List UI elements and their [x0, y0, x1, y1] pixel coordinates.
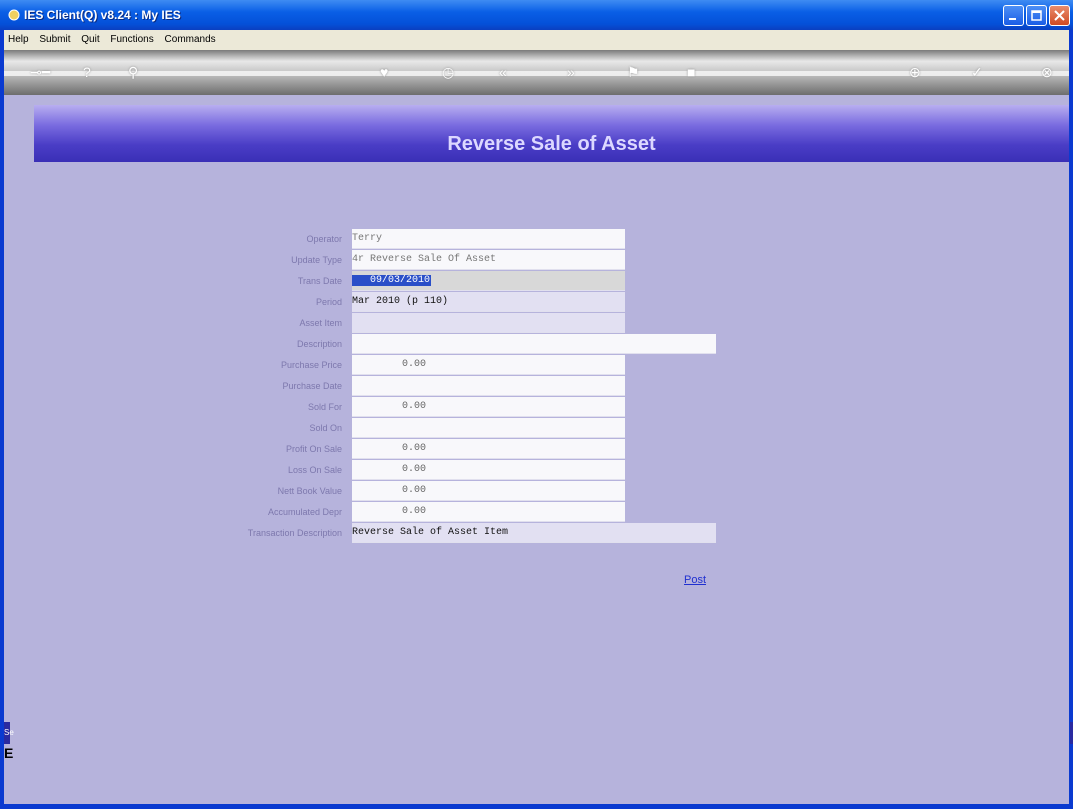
trans-date-value: 09/03/2010: [352, 275, 432, 286]
period-label: Period: [315, 297, 342, 307]
description-label: Description: [296, 339, 342, 349]
key-icon[interactable]: ⊸━: [30, 64, 50, 81]
sold-on-field[interactable]: [352, 418, 625, 438]
trans-date-label: Trans Date: [297, 276, 342, 286]
update-type-label: Update Type: [291, 255, 342, 265]
title-bar: IES Client(Q) v8.24 : My IES: [0, 0, 1073, 30]
back-icon[interactable]: «: [499, 64, 507, 80]
profit-on-sale-label: Profit On Sale: [285, 444, 342, 454]
menu-quit[interactable]: Quit: [77, 30, 103, 50]
window-title: IES Client(Q) v8.24 : My IES: [24, 8, 181, 22]
target-icon[interactable]: ⊕: [909, 64, 921, 81]
menu-help[interactable]: Help: [4, 30, 33, 50]
menu-bar: Help Submit Quit Functions Commands: [4, 30, 1069, 50]
window-bottom-border: [0, 804, 1073, 809]
accumulated-depr-field[interactable]: 0.00: [352, 502, 625, 522]
help-icon[interactable]: ?: [83, 64, 91, 80]
heart-icon[interactable]: ♥: [380, 64, 388, 80]
sold-on-label: Sold On: [309, 423, 342, 433]
transaction-description-label: Transaction Description: [247, 528, 342, 538]
menu-submit[interactable]: Submit: [35, 30, 74, 50]
form-banner: Reverse Sale of Asset: [34, 105, 1069, 162]
forward-icon[interactable]: »: [567, 64, 575, 80]
sold-for-label: Sold For: [307, 402, 342, 412]
operator-field[interactable]: Terry: [352, 229, 625, 249]
menu-functions[interactable]: Functions: [106, 30, 157, 50]
side-panel-fragment: Se: [4, 728, 14, 737]
flag-icon[interactable]: ⚑: [627, 64, 640, 81]
form-title: Reverse Sale of Asset: [447, 133, 656, 155]
purchase-date-label: Purchase Date: [282, 381, 342, 391]
minimize-button[interactable]: [1003, 5, 1024, 26]
transaction-description-field[interactable]: Reverse Sale of Asset Item: [352, 523, 716, 543]
form-area: Reverse Sale of Asset Operator Terry Upd…: [4, 95, 1073, 804]
nett-book-value-field[interactable]: 0.00: [352, 481, 625, 501]
maximize-button[interactable]: [1026, 5, 1047, 26]
loss-on-sale-field[interactable]: 0.00: [352, 460, 625, 480]
side-panel-tab[interactable]: Se: [4, 722, 14, 744]
application-window: IES Client(Q) v8.24 : My IES Help Submit…: [0, 0, 1073, 809]
toolbar: ⊸━ ? ⚲ ♥ ◷ « » ⚑ ■ ⊕ ✓ ⊗: [4, 50, 1069, 95]
square-icon[interactable]: ■: [687, 64, 695, 80]
nett-book-value-label: Nett Book Value: [277, 486, 342, 496]
close-icon[interactable]: ⊗: [1041, 64, 1053, 81]
description-field[interactable]: [352, 334, 716, 354]
check-icon[interactable]: ✓: [971, 64, 983, 81]
loss-on-sale-label: Loss On Sale: [287, 465, 342, 475]
clock-icon[interactable]: ◷: [442, 64, 454, 81]
menu-commands[interactable]: Commands: [161, 30, 220, 50]
update-type-field[interactable]: 4r Reverse Sale Of Asset: [352, 250, 625, 270]
accumulated-depr-label: Accumulated Depr: [267, 507, 342, 517]
close-button[interactable]: [1049, 5, 1070, 26]
profit-on-sale-field[interactable]: 0.00: [352, 439, 625, 459]
side-panel-glyph: E: [4, 745, 14, 761]
sold-for-field[interactable]: 0.00: [352, 397, 625, 417]
purchase-price-label: Purchase Price: [280, 360, 342, 370]
search-icon[interactable]: ⚲: [128, 64, 138, 81]
purchase-price-field[interactable]: 0.00: [352, 355, 625, 375]
purchase-date-field[interactable]: [352, 376, 625, 396]
asset-item-field[interactable]: [352, 313, 625, 333]
period-field[interactable]: Mar 2010 (p 110): [352, 292, 625, 312]
operator-label: Operator: [306, 234, 342, 244]
asset-item-label: Asset Item: [299, 318, 342, 328]
post-link[interactable]: Post: [684, 574, 706, 586]
app-icon: [8, 9, 20, 21]
trans-date-field[interactable]: 09/03/2010: [352, 271, 625, 291]
